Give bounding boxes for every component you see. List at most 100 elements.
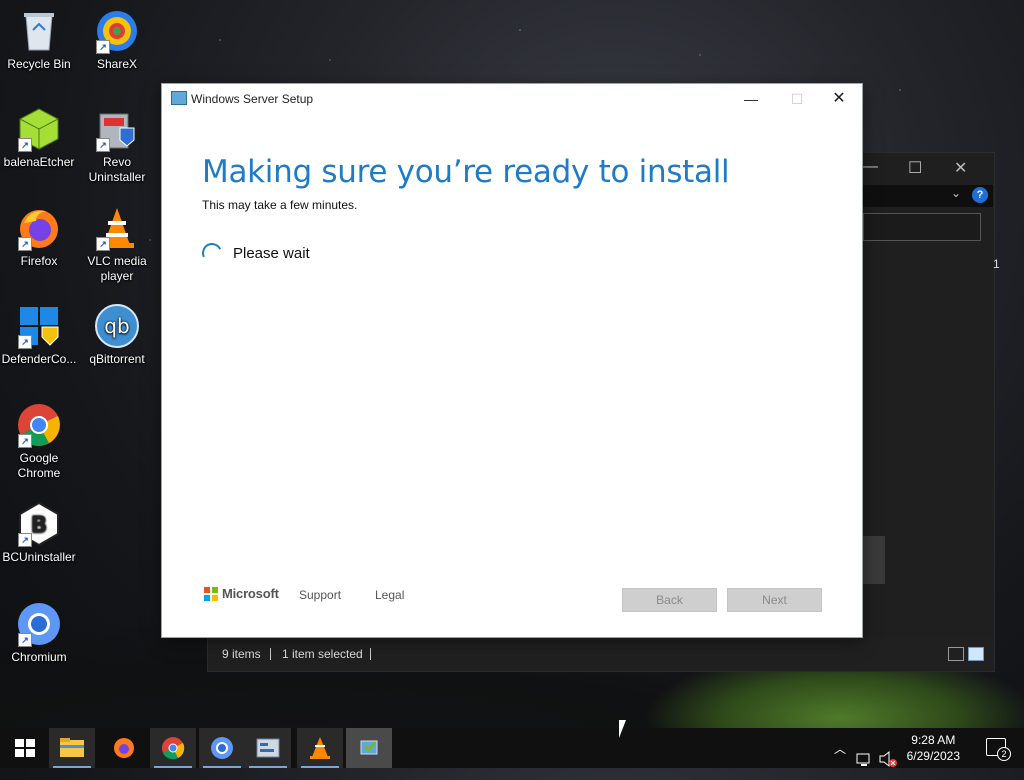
microsoft-logo-icon bbox=[204, 587, 218, 601]
status-text: Please wait bbox=[233, 245, 310, 262]
svg-text:qb: qb bbox=[104, 314, 129, 338]
volume-muted-icon[interactable] bbox=[878, 739, 898, 779]
page-title: Making sure you’re ready to install bbox=[202, 154, 730, 190]
notification-count-badge: 2 bbox=[997, 747, 1011, 761]
desktop-icon-label: ShareX bbox=[96, 57, 138, 71]
qbittorrent-icon: qb bbox=[94, 303, 140, 349]
bcuninstaller-icon: B ↗ bbox=[16, 501, 62, 547]
window-title: Windows Server Setup bbox=[191, 92, 314, 106]
shortcut-arrow-icon: ↗ bbox=[96, 40, 110, 54]
status-divider bbox=[370, 648, 371, 660]
desktop-icon-firefox[interactable]: ↗ Firefox bbox=[0, 205, 78, 269]
network-icon[interactable] bbox=[856, 740, 874, 780]
desktop-icon-label: Chromium bbox=[11, 650, 67, 664]
back-button[interactable]: Back bbox=[622, 588, 717, 612]
explorer-preview-block bbox=[863, 536, 885, 584]
status-item-count: 9 items bbox=[222, 647, 261, 661]
firefox-icon bbox=[114, 738, 134, 758]
desktop-icon-label: BCUninstaller bbox=[2, 550, 76, 564]
vlc-icon: ↗ bbox=[94, 205, 140, 251]
shortcut-arrow-icon: ↗ bbox=[18, 335, 32, 349]
title-bar[interactable]: Windows Server Setup — ☐ ✕ bbox=[162, 84, 862, 114]
desktop-icon-chromium[interactable]: ↗ Chromium bbox=[0, 601, 78, 665]
chrome-icon: ↗ bbox=[16, 402, 62, 448]
desktop-icon-label: VLC media player bbox=[87, 254, 147, 283]
close-icon[interactable]: ✕ bbox=[954, 158, 967, 178]
recycle-bin-icon bbox=[16, 8, 62, 54]
support-link[interactable]: Support bbox=[299, 588, 341, 602]
maximize-icon: ☐ bbox=[790, 91, 804, 107]
shortcut-arrow-icon: ↗ bbox=[18, 633, 32, 647]
desktop-icon-revo-uninstaller[interactable]: ↗ Revo Uninstaller bbox=[78, 106, 156, 185]
shortcut-arrow-icon: ↗ bbox=[18, 434, 32, 448]
chevron-up-icon[interactable]: ︿ bbox=[834, 740, 846, 780]
revo-uninstaller-icon: ↗ bbox=[94, 106, 140, 152]
taskbar-file-explorer[interactable] bbox=[49, 728, 95, 768]
start-button[interactable] bbox=[2, 728, 48, 768]
file-explorer-icon bbox=[60, 738, 84, 757]
desktop-icon-label: qBittorrent bbox=[89, 352, 145, 366]
desktop-icon-label: Revo Uninstaller bbox=[88, 155, 146, 184]
taskbar-vlc[interactable] bbox=[297, 728, 343, 768]
svg-text:B: B bbox=[31, 513, 48, 538]
taskbar-chromium[interactable] bbox=[199, 728, 245, 768]
desktop-icon-balenaetcher[interactable]: ↗ balenaEtcher bbox=[0, 106, 78, 170]
mouse-cursor-icon bbox=[619, 720, 626, 738]
help-icon[interactable]: ? bbox=[972, 187, 988, 203]
page-subtitle: This may take a few minutes. bbox=[202, 198, 358, 212]
taskbar-firefox[interactable] bbox=[101, 728, 147, 768]
desktop-icon-label: Firefox bbox=[20, 254, 58, 268]
minimize-icon[interactable]: — bbox=[862, 158, 878, 176]
taskbar-windows-setup[interactable] bbox=[346, 728, 392, 768]
microsoft-brand: Microsoft bbox=[222, 586, 279, 601]
chevron-down-icon[interactable]: ⌄ bbox=[951, 186, 961, 200]
desktop-icon-sharex[interactable]: ↗ ShareX bbox=[78, 8, 156, 72]
control-panel-icon bbox=[256, 738, 280, 758]
explorer-title-controls: — ☐ ✕ bbox=[854, 153, 994, 183]
desktop-icon-defender-control[interactable]: ↗ DefenderCo... bbox=[0, 303, 78, 367]
minimize-icon[interactable]: — bbox=[736, 88, 766, 110]
notifications-icon[interactable]: 2 bbox=[986, 738, 1011, 761]
setup-app-icon bbox=[171, 91, 187, 105]
desktop-icon-bcuninstaller[interactable]: B ↗ BCUninstaller bbox=[0, 501, 78, 565]
next-button[interactable]: Next bbox=[727, 588, 822, 612]
shortcut-arrow-icon: ↗ bbox=[18, 237, 32, 251]
chromium-icon bbox=[211, 737, 233, 759]
desktop-icon-label: Google Chrome bbox=[17, 451, 61, 480]
taskbar-chrome[interactable] bbox=[150, 728, 196, 768]
balenaetcher-icon: ↗ bbox=[16, 106, 62, 152]
desktop-icon-label: DefenderCo... bbox=[1, 352, 77, 366]
maximize-icon[interactable]: ☐ bbox=[908, 158, 922, 178]
setup-icon bbox=[360, 740, 378, 755]
setup-window[interactable]: Windows Server Setup — ☐ ✕ Making sure y… bbox=[162, 84, 862, 637]
chrome-icon bbox=[162, 737, 185, 760]
progress-spinner-icon bbox=[199, 240, 225, 266]
search-input[interactable] bbox=[863, 213, 981, 241]
desktop-icon-vlc[interactable]: ↗ VLC media player bbox=[78, 205, 156, 284]
start-icon bbox=[15, 739, 35, 757]
firefox-icon: ↗ bbox=[16, 205, 62, 251]
defender-control-icon: ↗ bbox=[16, 303, 62, 349]
explorer-status-bar: 9 items 1 item selected bbox=[208, 637, 994, 671]
chromium-icon: ↗ bbox=[16, 601, 62, 647]
desktop-icon-qbittorrent[interactable]: qb qBittorrent bbox=[78, 303, 156, 367]
taskbar: ︿ 9:28 AM 6/29/2023 2 bbox=[0, 728, 1024, 768]
vlc-icon bbox=[310, 737, 330, 759]
status-divider bbox=[270, 648, 271, 660]
desktop-icon-recycle-bin[interactable]: Recycle Bin bbox=[0, 8, 78, 72]
shortcut-arrow-icon: ↗ bbox=[96, 138, 110, 152]
close-icon[interactable]: ✕ bbox=[824, 88, 854, 110]
column-value: 1 bbox=[993, 257, 1000, 271]
status-selected: 1 item selected bbox=[282, 647, 363, 661]
clock-date: 6/29/2023 bbox=[906, 749, 960, 763]
desktop-icon-label: Recycle Bin bbox=[7, 57, 71, 71]
taskbar-control-panel[interactable] bbox=[245, 728, 291, 768]
details-view-icon[interactable] bbox=[948, 647, 964, 661]
clock-time: 9:28 AM bbox=[911, 733, 956, 747]
desktop-icon-label: balenaEtcher bbox=[3, 155, 75, 169]
system-clock[interactable]: 9:28 AM 6/29/2023 bbox=[907, 732, 960, 764]
large-icons-view-icon[interactable] bbox=[968, 647, 984, 661]
shortcut-arrow-icon: ↗ bbox=[18, 138, 32, 152]
desktop-icon-google-chrome[interactable]: ↗ Google Chrome bbox=[0, 402, 78, 481]
legal-link[interactable]: Legal bbox=[375, 588, 404, 602]
